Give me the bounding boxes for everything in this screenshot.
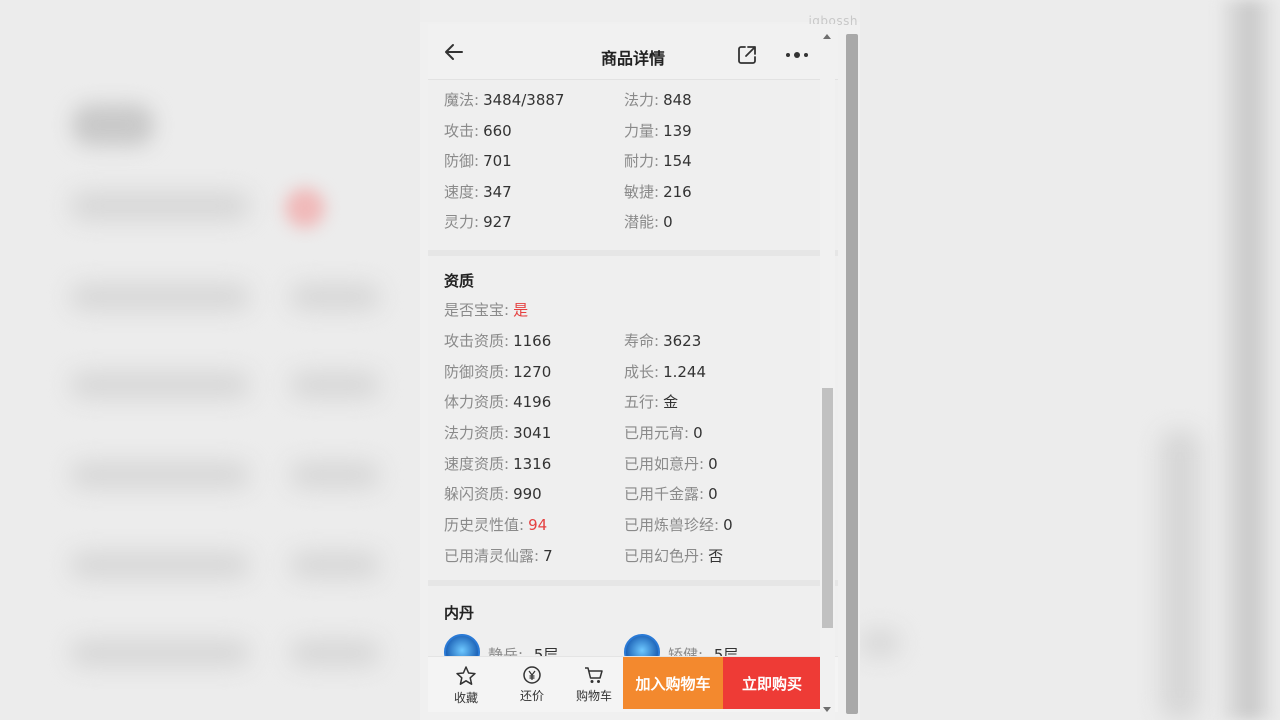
- qual-row: 体力资质: 4196: [444, 393, 552, 411]
- qual-row: 已用炼兽珍经: 0: [624, 516, 733, 534]
- qualification-card: 资质 是否宝宝: 是 攻击资质: 1166 寿命: 3623 防御资质: 1270 成长…: [428, 256, 838, 656]
- attributes-card: 魔法: 3484/3887 法力: 848 攻击: 660 力量: 139 防御: 701…: [428, 80, 838, 250]
- cart-icon: [585, 667, 603, 683]
- scroll-down-arrow-icon[interactable]: [823, 707, 831, 712]
- attr-row: 耐力: 154: [624, 152, 692, 170]
- attr-row: 灵力: 927: [444, 213, 512, 231]
- page-header: 商品详情: [428, 24, 838, 80]
- top-strip: [420, 0, 860, 22]
- is-baby-row: 是否宝宝: 是: [444, 301, 529, 319]
- qual-row: 五行: 金: [624, 393, 679, 411]
- bargain-button[interactable]: 还价: [506, 663, 558, 709]
- detail-content: 魔法: 3484/3887 法力: 848 攻击: 660 力量: 139 防御: 701…: [428, 80, 838, 656]
- inner-dan-card: 内丹 静岳: 5层 矫健: 5层: [428, 586, 838, 656]
- qual-row: 已用千金露: 0: [624, 485, 718, 503]
- scrollbar[interactable]: [820, 30, 860, 720]
- product-detail-panel: igbossh 商品详情 魔法: 3484/3887 法力: 848 攻击: 660 …: [420, 0, 860, 720]
- attr-row: 力量: 139: [624, 122, 692, 140]
- more-options-icon[interactable]: [784, 46, 810, 64]
- attr-row: 敏捷: 216: [624, 183, 692, 201]
- page-title: 商品详情: [600, 49, 665, 68]
- qualification-title: 资质: [444, 272, 475, 290]
- qual-row: 寿命: 3623: [624, 332, 702, 350]
- qual-row: 已用元宵: 0: [624, 424, 703, 442]
- qual-row: 速度资质: 1316: [444, 455, 552, 473]
- outer-scrollbar-rail[interactable]: [846, 34, 858, 714]
- inner-dan-icon: [624, 634, 660, 656]
- share-icon[interactable]: [736, 44, 758, 66]
- qual-row: 已用如意丹: 0: [624, 455, 718, 473]
- qual-row: 已用清灵仙露: 7: [444, 547, 553, 565]
- favorite-button[interactable]: 收藏: [440, 663, 492, 709]
- qual-row: 法力资质: 3041: [444, 424, 552, 442]
- bottom-action-bar: 收藏 还价 购物车 加入购物车 立即购买: [428, 656, 838, 712]
- inner-dan-item: 矫健: 5层: [668, 646, 739, 656]
- inner-dan-item: 静岳: 5层: [488, 646, 559, 656]
- inner-dan-title: 内丹: [444, 604, 475, 622]
- qual-row: 历史灵性值: 94: [444, 516, 548, 534]
- scroll-up-arrow-icon[interactable]: [823, 34, 831, 39]
- add-to-cart-button[interactable]: 加入购物车: [623, 657, 723, 709]
- attr-row: 潜能: 0: [624, 213, 673, 231]
- favorite-label: 收藏: [453, 691, 478, 705]
- bargain-label: 还价: [519, 689, 544, 703]
- attr-row: 防御: 701: [444, 152, 512, 170]
- attr-row: 攻击: 660: [444, 122, 512, 140]
- attr-row: 法力: 848: [624, 91, 692, 109]
- qual-row: 躲闪资质: 990: [444, 485, 542, 503]
- attr-row: 魔法: 3484/3887: [444, 91, 565, 109]
- qual-row: 成长: 1.244: [624, 363, 707, 381]
- buy-now-button[interactable]: 立即购买: [723, 657, 821, 709]
- scrollbar-thumb[interactable]: [822, 388, 833, 628]
- cart-button[interactable]: 购物车: [568, 663, 620, 709]
- qual-row: 防御资质: 1270: [444, 363, 552, 381]
- qual-row: 已用幻色丹: 否: [624, 547, 724, 565]
- star-icon: [456, 666, 476, 685]
- attr-row: 速度: 347: [444, 183, 512, 201]
- cart-label: 购物车: [575, 689, 612, 703]
- qual-row: 攻击资质: 1166: [444, 332, 552, 350]
- yen-coin-icon: [523, 666, 541, 684]
- inner-dan-icon: [444, 634, 480, 656]
